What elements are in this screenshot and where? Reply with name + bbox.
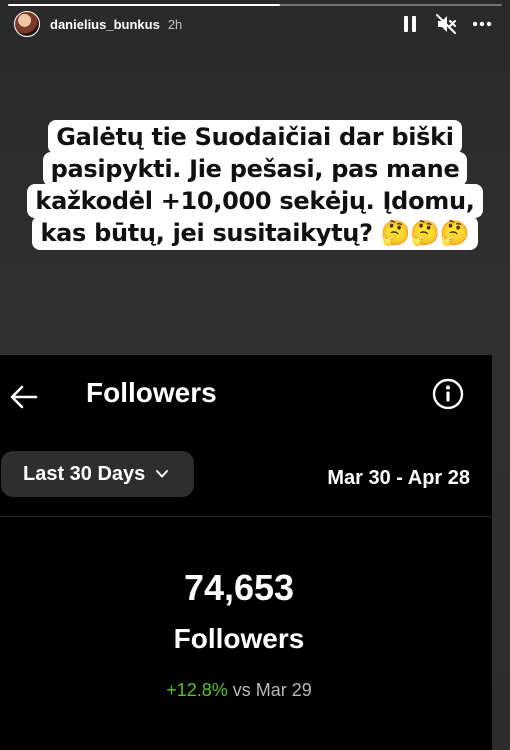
username[interactable]: danielius_bunkus: [50, 17, 160, 32]
caption-line: pasipykti. Jie pešasi, pas mane: [42, 152, 468, 186]
follower-change: +12.8% vs Mar 29: [0, 680, 478, 701]
info-icon[interactable]: [432, 378, 464, 410]
back-arrow-icon[interactable]: [8, 381, 40, 413]
story-header: danielius_bunkus 2h: [14, 10, 496, 38]
date-range-text: Mar 30 - Apr 28: [327, 467, 470, 489]
story-caption: Galėtų tie Suodaičiai dar biški pasipykt…: [0, 120, 510, 250]
avatar[interactable]: [14, 11, 40, 37]
follower-count: 74,653: [183, 567, 295, 608]
followers-insights-screenshot: Followers Last 30 Days Mar 30 - Apr 28 7…: [0, 355, 492, 750]
post-time: 2h: [167, 16, 183, 32]
story-progress-bar: [8, 4, 502, 6]
page-title: Followers: [86, 377, 217, 408]
date-range-dropdown[interactable]: Last 30 Days: [1, 451, 194, 497]
more-options-button[interactable]: [468, 10, 496, 38]
pause-button[interactable]: [396, 10, 424, 38]
muted-speaker-icon: [436, 14, 456, 34]
follower-count-label: Followers: [173, 623, 305, 654]
more-icon: [472, 21, 492, 27]
pause-icon: [404, 16, 416, 32]
story-progress-fill: [8, 4, 280, 6]
caption-line: Galėtų tie Suodaičiai dar biški: [48, 120, 462, 154]
divider: [0, 516, 492, 517]
date-range-label: Last 30 Days: [23, 462, 146, 485]
mute-button[interactable]: [432, 10, 460, 38]
caption-line: kas būtų, jei susitaikytų? 🤔🤔🤔: [32, 216, 478, 250]
change-comparison: vs Mar 29: [227, 680, 312, 700]
change-percent: +12.8%: [166, 680, 228, 700]
caption-line: kažkodėl +10,000 sekėjų. Įdomu,: [27, 184, 483, 218]
chevron-down-icon: [156, 470, 169, 478]
